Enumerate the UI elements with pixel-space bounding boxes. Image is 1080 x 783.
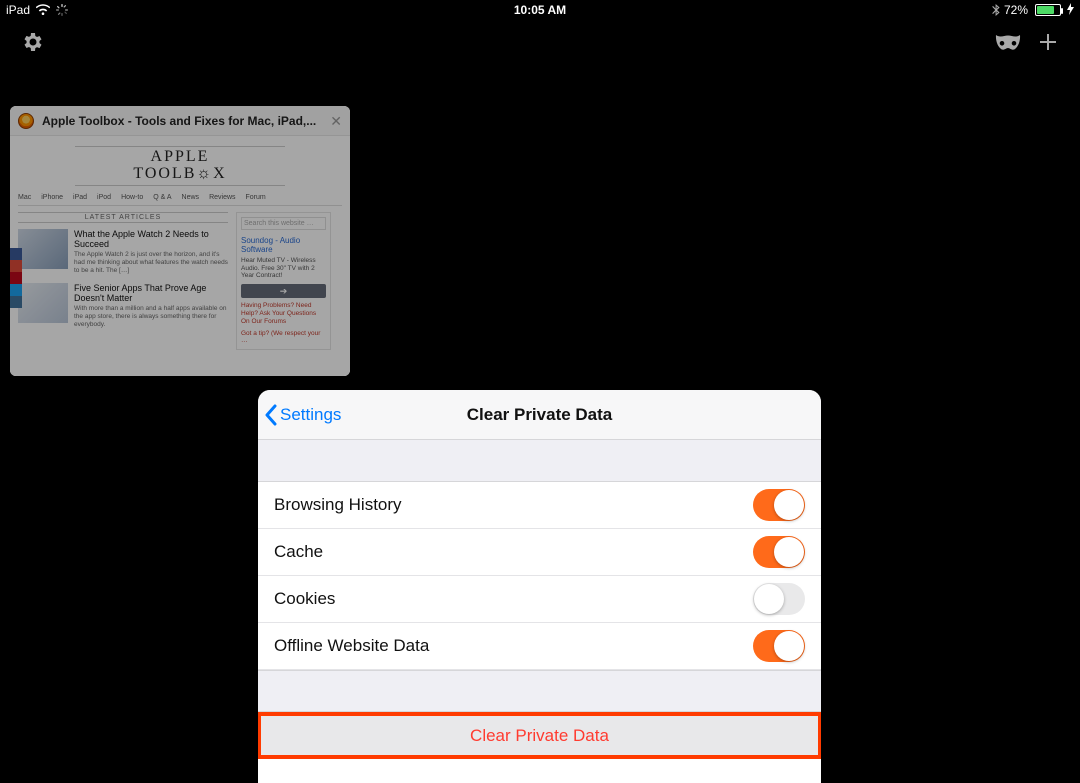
battery-percent: 72% xyxy=(1004,3,1028,17)
charging-icon xyxy=(1067,3,1074,18)
clear-private-data-modal: Settings Clear Private Data Browsing His… xyxy=(258,390,821,783)
section-spacer xyxy=(258,440,821,482)
row-browsing-history: Browsing History xyxy=(258,482,821,529)
clear-private-data-button[interactable]: Clear Private Data xyxy=(258,712,821,759)
new-tab-plus-icon[interactable] xyxy=(1034,28,1062,56)
device-label: iPad xyxy=(6,3,30,17)
toggle-cookies[interactable] xyxy=(753,583,805,615)
modal-header: Settings Clear Private Data xyxy=(258,390,821,440)
toggle-browsing-history[interactable] xyxy=(753,489,805,521)
toggle-cache[interactable] xyxy=(753,536,805,568)
toggle-offline-data[interactable] xyxy=(753,630,805,662)
loading-spinner-icon xyxy=(56,4,68,16)
back-to-settings-button[interactable]: Settings xyxy=(264,390,341,439)
row-offline-data: Offline Website Data xyxy=(258,623,821,670)
browser-toolbar xyxy=(0,22,1080,62)
wifi-icon xyxy=(36,4,50,16)
dim-overlay xyxy=(10,106,350,376)
back-label: Settings xyxy=(280,405,341,425)
battery-icon xyxy=(1032,4,1061,16)
row-cache: Cache xyxy=(258,529,821,576)
private-mask-icon[interactable] xyxy=(994,28,1022,56)
bluetooth-icon xyxy=(992,4,1000,16)
row-cookies: Cookies xyxy=(258,576,821,623)
modal-title: Clear Private Data xyxy=(467,405,613,425)
tab-thumbnail[interactable]: Apple Toolbox - Tools and Fixes for Mac,… xyxy=(10,106,350,376)
chevron-left-icon xyxy=(264,404,278,426)
status-bar: iPad 10:05 AM 72% xyxy=(0,0,1080,20)
clock: 10:05 AM xyxy=(514,3,566,17)
settings-gear-icon[interactable] xyxy=(18,28,46,56)
section-spacer xyxy=(258,670,821,712)
